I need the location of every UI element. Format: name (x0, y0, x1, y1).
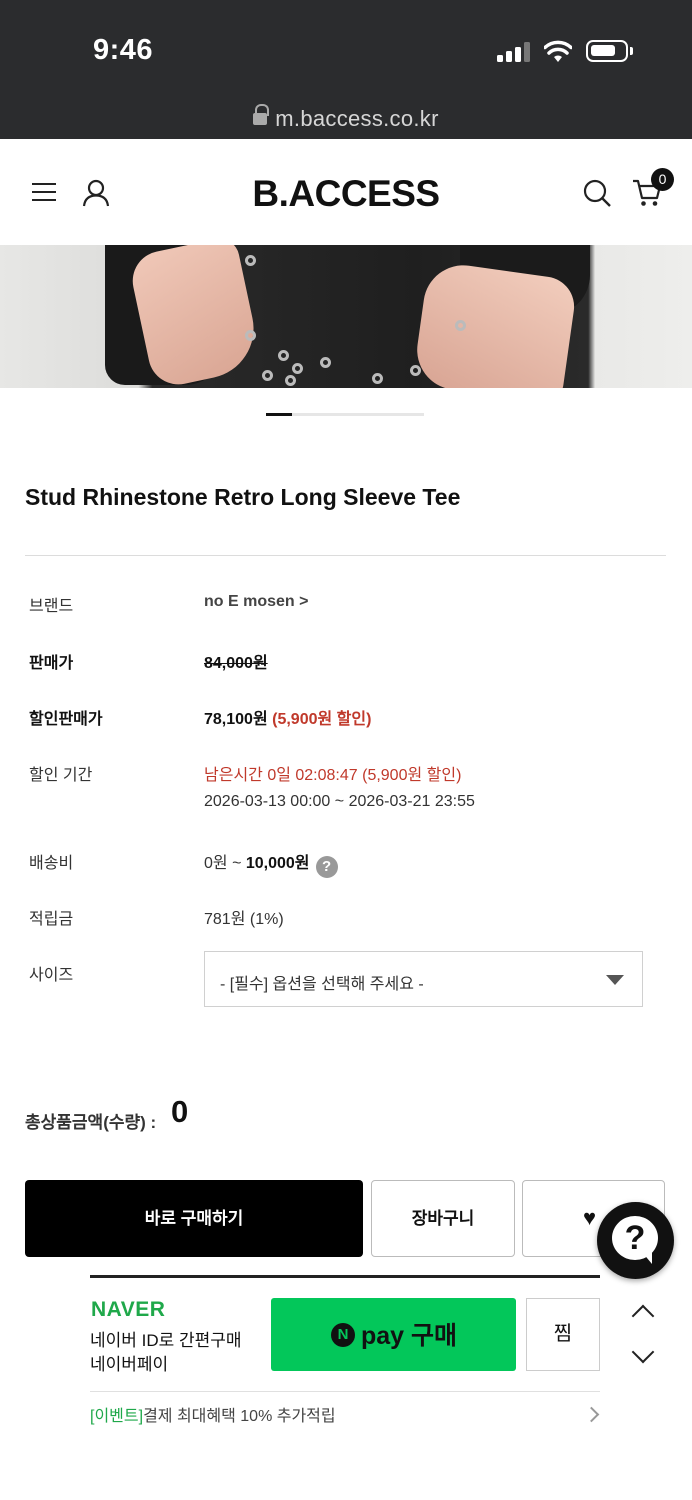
sale-remaining-time: 남은시간 0일 02:08:47 (5,900원 할인) (204, 767, 462, 784)
sale-date-range: 2026-03-13 00:00 ~ 2026-03-21 23:55 (204, 793, 475, 810)
buy-now-button[interactable]: 바로 구매하기 (25, 1180, 363, 1257)
status-time: 9:46 (93, 34, 154, 66)
sale-price-row: 78,100원 (5,900원 할인) (204, 705, 371, 729)
sale-price: 78,100원 (204, 711, 268, 728)
chevron-down-icon (606, 975, 624, 985)
help-chat-button[interactable]: ? (597, 1202, 674, 1279)
wifi-icon (544, 40, 572, 62)
total-label: 총상품금액(수량) : (25, 1113, 157, 1132)
battery-icon (586, 40, 633, 62)
shipping-min: 0원 ~ (204, 855, 246, 872)
address-bar[interactable]: m.baccess.co.kr (0, 104, 692, 132)
shipping-max: 10,000원 (245, 855, 310, 872)
naver-description: 네이버페이 (90, 1355, 169, 1374)
event-tag: [이벤트] (90, 1408, 144, 1425)
divider (25, 555, 666, 556)
chevron-up-icon[interactable] (631, 1304, 655, 1328)
cellular-signal-icon (497, 42, 531, 62)
lock-icon (253, 104, 270, 127)
status-bar: 9:46 m.baccess.co.kr (0, 0, 692, 139)
size-select[interactable]: - [필수] 옵션을 선택해 주세요 - (204, 951, 643, 1007)
naver-pay-label: pay 구매 (361, 1322, 458, 1350)
divider (90, 1391, 600, 1392)
search-icon[interactable] (583, 179, 611, 207)
naver-n-icon: N (331, 1323, 355, 1347)
points-value: 781원 (1%) (204, 911, 284, 928)
size-label: 사이즈 (29, 967, 74, 984)
chevron-down-icon[interactable] (631, 1340, 655, 1364)
brand-label: 브랜드 (29, 598, 74, 615)
sale-period-label: 할인 기간 (29, 767, 93, 784)
naver-description: 네이버 ID로 간편구매 (90, 1331, 242, 1350)
carousel-indicator-active (266, 413, 292, 416)
help-icon[interactable]: ? (315, 856, 338, 878)
size-select-placeholder: - [필수] 옵션을 선택해 주세요 - (220, 976, 424, 993)
naver-zzim-button[interactable]: 찜 (526, 1298, 600, 1371)
product-image[interactable] (0, 245, 692, 388)
product-photo-detail (412, 260, 578, 388)
discount-amount: (5,900원 할인) (272, 711, 372, 728)
chevron-right-icon[interactable] (583, 1406, 600, 1423)
add-to-cart-button[interactable]: 장바구니 (371, 1180, 515, 1257)
event-text: 결제 최대혜택 10% 추가적립 (143, 1408, 336, 1425)
naver-event-link[interactable]: [이벤트]결제 최대혜택 10% 추가적립 (90, 1402, 336, 1426)
sale-price-label: 할인판매가 (29, 711, 103, 728)
shipping-label: 배송비 (29, 855, 74, 872)
price-label: 판매가 (29, 655, 74, 672)
url-text: m.baccess.co.kr (275, 106, 439, 131)
total-value: 0 (171, 1094, 189, 1129)
heart-icon: ♥ (583, 1205, 597, 1230)
divider (90, 1275, 600, 1278)
cart-count-badge: 0 (651, 168, 674, 191)
brand-link[interactable]: no E mosen > (204, 593, 308, 611)
carousel-indicator[interactable] (266, 413, 424, 416)
product-title: Stud Rhinestone Retro Long Sleeve Tee (25, 484, 461, 510)
points-label: 적립금 (29, 911, 74, 928)
naver-pay-button[interactable]: N pay 구매 (271, 1298, 516, 1371)
naver-logo: NAVER (91, 1298, 166, 1321)
original-price: 84,000원 (204, 655, 268, 672)
question-icon: ? (612, 1216, 658, 1260)
shipping-row: 0원 ~ 10,000원? (204, 849, 338, 878)
site-header: B.ACCESS 0 (0, 139, 692, 245)
